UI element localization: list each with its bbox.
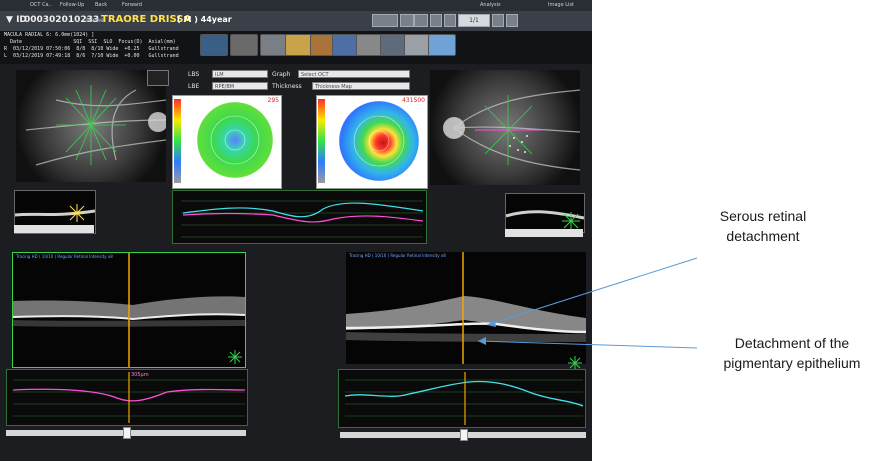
serous-detachment-callout: Serous retinal detachment [688,206,838,246]
serous-line-2: detachment [726,228,800,244]
ped-callout: Detachment of the pigmentary epithelium [700,333,884,373]
serous-line-1: Serous retinal [719,208,807,224]
ped-line-2: pigmentary epithelium [723,355,861,371]
ped-line-1: Detachment of the [734,335,850,351]
